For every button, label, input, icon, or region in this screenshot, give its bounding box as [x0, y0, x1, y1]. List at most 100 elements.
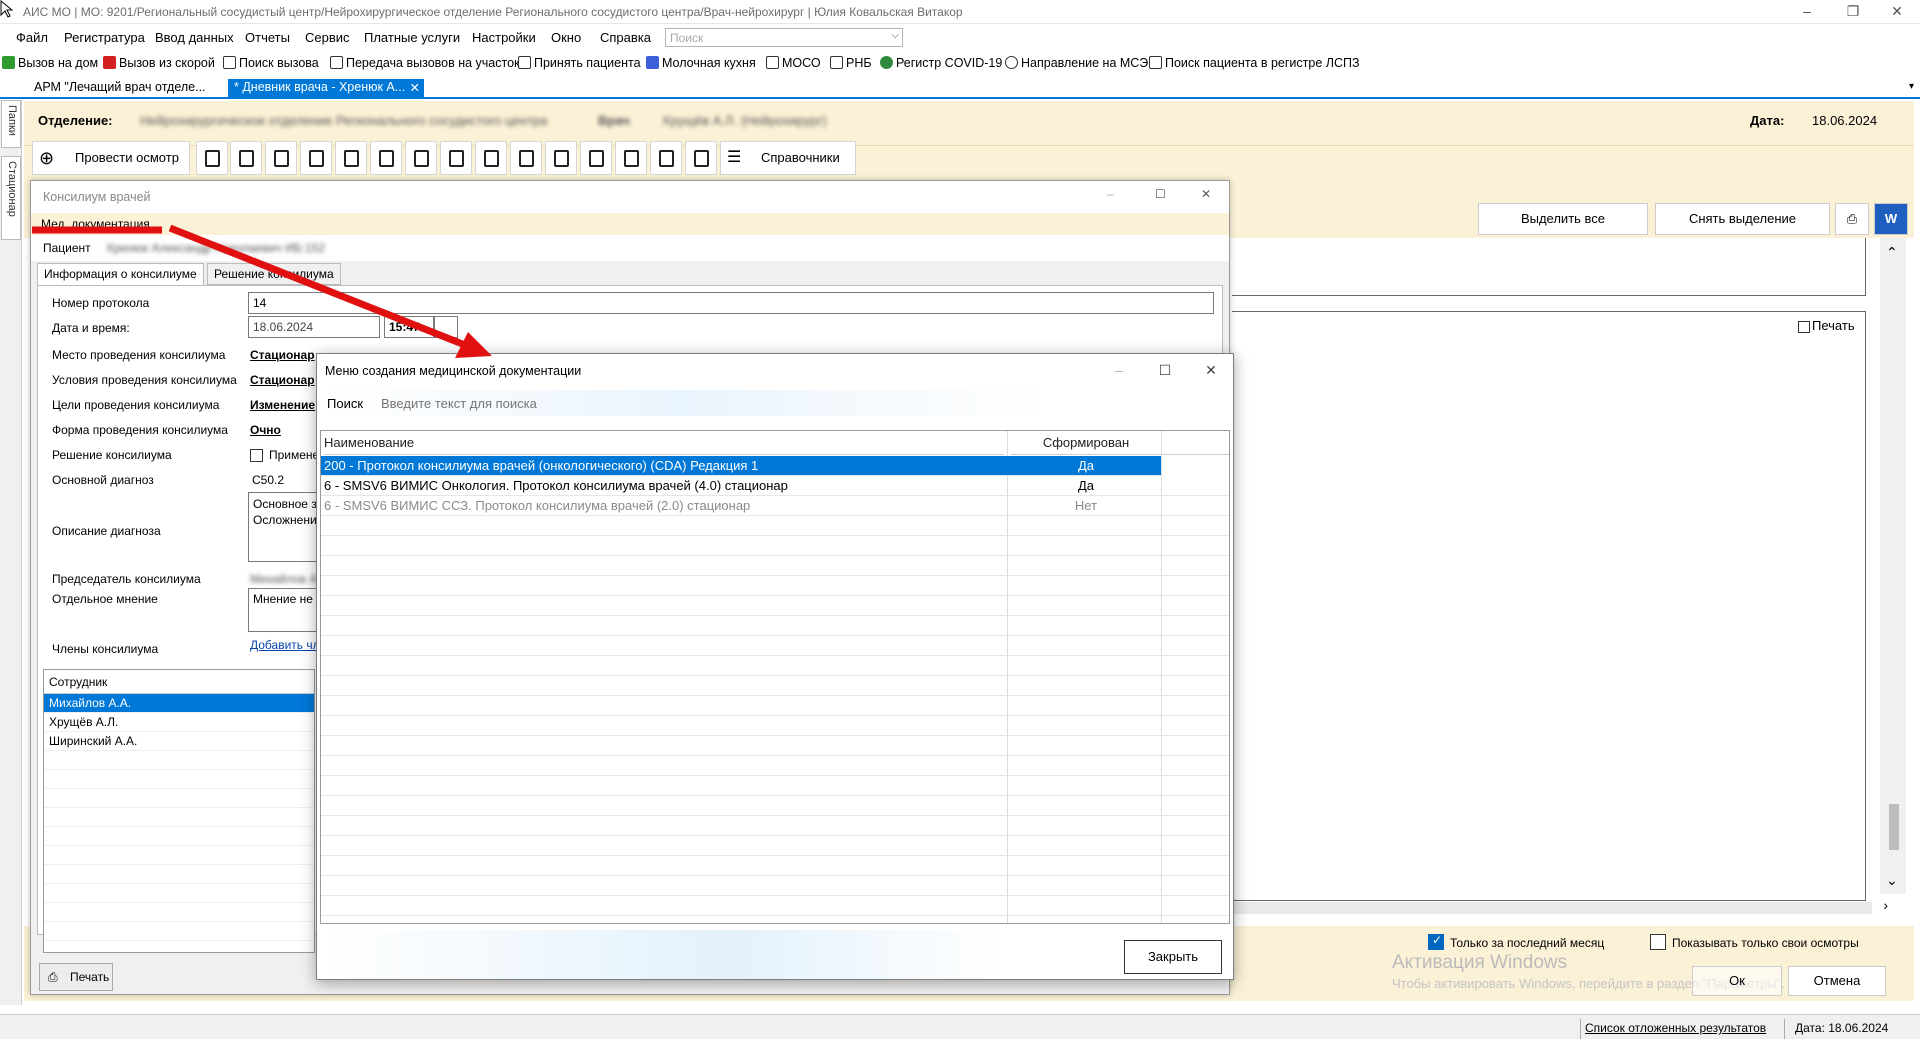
ok-button[interactable]: Ок: [1692, 966, 1782, 996]
tab-consilium-info[interactable]: Информация о консилиуме: [37, 263, 204, 287]
table-row[interactable]: Ширинский А.А.: [44, 732, 314, 751]
select-all-button[interactable]: Выделить все: [1478, 203, 1648, 235]
menu-reports[interactable]: Отчеты: [245, 30, 290, 45]
toolbar-button-10[interactable]: [510, 141, 542, 175]
references-button[interactable]: ☰ Справочники: [720, 141, 856, 175]
protocol-input[interactable]: 14: [248, 292, 1214, 314]
time-picker-button[interactable]: [434, 316, 458, 338]
toolbar-button-5[interactable]: [335, 141, 367, 175]
sidebar-tab-hospital[interactable]: Стационар: [1, 156, 21, 240]
toolbar-button-9[interactable]: [475, 141, 507, 175]
ambulance-icon: [103, 56, 116, 69]
toolbar-button-13[interactable]: [615, 141, 647, 175]
conduct-exam-button[interactable]: ⊕ Провести осмотр: [32, 141, 190, 175]
col-formed-header[interactable]: Сформирован: [1011, 431, 1161, 455]
word-export-icon[interactable]: W: [1874, 203, 1908, 235]
chevron-up-icon[interactable]: ⌃: [1886, 244, 1898, 261]
chevron-down-icon[interactable]: ⌄: [1886, 872, 1898, 889]
menu-settings[interactable]: Настройки: [472, 30, 536, 45]
table-row[interactable]: Хрущёв А.Л.: [44, 713, 314, 732]
sidebar-tab-folders[interactable]: Папки: [1, 100, 21, 148]
dialog-search-input[interactable]: [381, 393, 881, 413]
form-value[interactable]: Очно: [250, 423, 281, 437]
toolbar-button-2[interactable]: [230, 141, 262, 175]
table-row[interactable]: 6 - SMSV6 ВИМИС Онкология. Протокол конс…: [321, 476, 1229, 496]
time-input[interactable]: 15:47: [384, 316, 434, 338]
menu-service[interactable]: Сервис: [305, 30, 350, 45]
print-checkbox[interactable]: Печать: [1798, 318, 1855, 333]
add-document-icon: [554, 150, 569, 167]
quick-transfer-calls[interactable]: Передача вызовов на участок: [330, 56, 520, 70]
quick-lspz-search[interactable]: Поиск пациента в регистре ЛСПЗ: [1149, 56, 1360, 70]
goals-value[interactable]: Изменение: [250, 398, 315, 412]
minimize-button[interactable]: –: [1784, 0, 1830, 24]
toolbar-button-4[interactable]: [300, 141, 332, 175]
quick-rnb[interactable]: РНБ: [830, 56, 872, 70]
table-row[interactable]: Михайлов А.А.: [44, 694, 314, 713]
minimize-button[interactable]: –: [1107, 187, 1114, 201]
menu-registry[interactable]: Регистратура: [64, 30, 145, 45]
deselect-button[interactable]: Снять выделение: [1655, 203, 1830, 235]
menu-paid-services[interactable]: Платные услуги: [364, 30, 460, 45]
close-icon[interactable]: ✕: [410, 80, 420, 95]
date-input[interactable]: 18.06.2024: [248, 316, 380, 338]
tab-doctor-diary[interactable]: * Дневник врача - Хренюк А... ✕: [228, 79, 424, 97]
toolbar-button-14[interactable]: [650, 141, 682, 175]
chevron-down-icon[interactable]: ▾: [1909, 81, 1914, 92]
col-name-header[interactable]: Наименование: [324, 431, 1004, 455]
add-member-link[interactable]: Добавить чл: [250, 638, 320, 652]
cancel-button[interactable]: Отмена: [1788, 966, 1886, 996]
toolbar-button-6[interactable]: [370, 141, 402, 175]
table-row[interactable]: 6 - SMSV6 ВИМИС ССЗ. Протокол консилиума…: [321, 496, 1229, 516]
sign-icon: [519, 150, 534, 167]
quick-accept-patient[interactable]: Принять пациента: [518, 56, 641, 70]
toolbar-button-8[interactable]: [440, 141, 472, 175]
consilium-print-button[interactable]: ⎙ Печать: [39, 963, 113, 991]
quick-mse-referral[interactable]: Направление на МСЭ: [1005, 56, 1148, 70]
maximize-button[interactable]: ❐: [1830, 0, 1876, 24]
table-row[interactable]: 200 - Протокол консилиума врачей (онколо…: [321, 456, 1161, 476]
menu-window[interactable]: Окно: [551, 30, 581, 45]
only-last-month-checkbox[interactable]: ✓ Только за последний месяц: [1428, 933, 1604, 950]
menu-search-input[interactable]: Поиск ⌵: [665, 28, 903, 47]
add-exam-icon: ⊕: [39, 148, 55, 168]
quick-covid-registry[interactable]: Регистр COVID-19: [880, 56, 1002, 70]
close-icon[interactable]: ✕: [1189, 356, 1233, 384]
deferred-results-link[interactable]: Список отложенных результатов: [1585, 1021, 1766, 1035]
chevron-right-icon[interactable]: ›: [1883, 897, 1888, 913]
place-value[interactable]: Стационар: [250, 348, 315, 362]
close-window-button[interactable]: ✕: [1874, 0, 1920, 24]
toolbar-button-1[interactable]: [196, 141, 228, 175]
quick-milk-kitchen[interactable]: Молочная кухня: [646, 56, 756, 70]
printer-icon[interactable]: ⎙: [1835, 203, 1869, 235]
toolbar-button-15[interactable]: [685, 141, 717, 175]
minimize-button[interactable]: –: [1097, 356, 1141, 384]
menu-data-entry[interactable]: Ввод данных: [155, 30, 234, 45]
quick-call-search[interactable]: Поиск вызова: [223, 56, 319, 70]
conditions-label: Условия проведения консилиума: [52, 373, 237, 387]
documents-grid: Наименование Сформирован 200 - Протокол …: [320, 430, 1230, 924]
close-icon[interactable]: ✕: [1201, 187, 1211, 201]
tab-arm-doctor[interactable]: АРМ "Лечащий врач отделе...: [28, 79, 212, 97]
menu-file[interactable]: Файл: [16, 30, 48, 45]
conditions-value[interactable]: Стационар: [250, 373, 315, 387]
toolbar-button-3[interactable]: [265, 141, 297, 175]
only-own-exams-checkbox[interactable]: Показывать только свои осмотры: [1650, 934, 1859, 950]
windows-activation-title: Активация Windows: [1392, 952, 1568, 973]
toolbar-button-7[interactable]: [405, 141, 437, 175]
toolbar-button-12[interactable]: [580, 141, 612, 175]
quick-home-visit[interactable]: Вызов на дом: [2, 56, 98, 70]
maximize-button[interactable]: ☐: [1143, 356, 1187, 384]
menu-help[interactable]: Справка: [600, 30, 651, 45]
quick-moso[interactable]: МОСО: [766, 56, 821, 70]
med-docs-menu[interactable]: Мед. документация: [41, 217, 150, 231]
scroll-thumb[interactable]: [1889, 804, 1899, 850]
horizontal-scrollbar[interactable]: ›: [1232, 897, 1888, 914]
decision-checkbox[interactable]: Примене: [250, 448, 319, 462]
toolbar-button-11[interactable]: [545, 141, 577, 175]
maximize-button[interactable]: ☐: [1155, 187, 1166, 201]
dialog-close-button[interactable]: Закрыть: [1124, 940, 1222, 974]
tab-consilium-decision[interactable]: Решение консилиума: [207, 263, 341, 285]
quick-ambulance-call[interactable]: Вызов из скорой: [103, 56, 215, 70]
vertical-scrollbar[interactable]: ⌃ ⌄: [1880, 238, 1906, 894]
